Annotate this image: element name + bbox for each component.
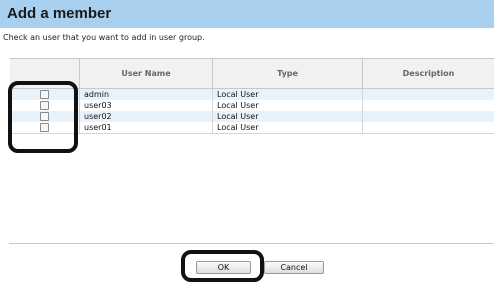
user-type-cell: Local User (212, 122, 363, 134)
user-description-cell (362, 100, 494, 111)
table-row[interactable]: user03 Local User (9, 100, 494, 111)
user-name-cell: user01 (79, 122, 213, 134)
table-row[interactable]: user01 Local User (9, 122, 494, 134)
table-row[interactable]: user02 Local User (9, 111, 494, 122)
table-header-row: User Name Type Description (9, 58, 494, 89)
user-name-cell: admin (79, 88, 213, 100)
table-row[interactable]: admin Local User (9, 88, 494, 100)
footer-divider (9, 243, 494, 244)
user-type-cell: Local User (212, 100, 363, 111)
checkbox-column-highlight (8, 81, 78, 153)
user-type-cell: Local User (212, 111, 363, 122)
user-description-cell (362, 88, 494, 100)
user-description-cell (362, 122, 494, 134)
user-type-cell: Local User (212, 88, 363, 100)
instruction-text: Check an user that you want to add in us… (3, 33, 205, 42)
cancel-button[interactable]: Cancel (264, 261, 324, 274)
column-header-type[interactable]: Type (212, 58, 363, 89)
user-name-cell: user02 (79, 111, 213, 122)
user-name-cell: user03 (79, 100, 213, 111)
user-table: User Name Type Description admin Local U… (9, 58, 494, 134)
dialog-header: Add a member (0, 0, 494, 28)
dialog-title: Add a member (7, 5, 112, 22)
ok-button-highlight (181, 250, 264, 282)
column-header-description[interactable]: Description (362, 58, 494, 89)
user-description-cell (362, 111, 494, 122)
column-header-user-name[interactable]: User Name (79, 58, 213, 89)
